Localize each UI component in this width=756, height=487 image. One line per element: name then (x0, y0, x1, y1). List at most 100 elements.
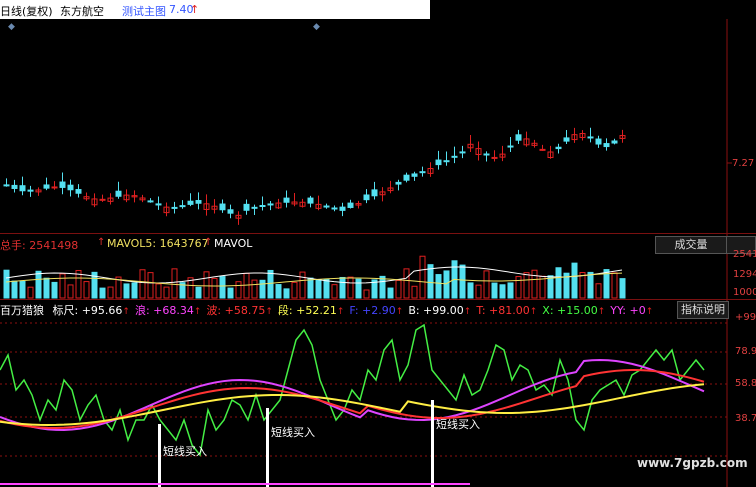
volume-bar (515, 276, 522, 299)
mavol5-label: MAVOL5: 1643767 (107, 237, 209, 250)
candle-body (75, 189, 82, 194)
candle-body (459, 151, 466, 154)
candle-body (347, 202, 354, 208)
volume-bar (211, 277, 218, 299)
indicator-lang-line (0, 358, 705, 431)
volume-bar (299, 271, 306, 299)
candle-body (11, 184, 18, 189)
volume-bar (67, 284, 74, 299)
indicator-value-item: 波: +58.75 (206, 304, 266, 317)
buy-signal-label: 短线买入 (436, 418, 480, 431)
up-arrow-icon: ↑ (645, 307, 654, 317)
volume-axis-label: 1000 (733, 287, 756, 298)
volume-bar (419, 255, 426, 299)
candle-body (187, 200, 194, 205)
volume-total-label: 总手: 2541498 (0, 239, 79, 252)
candle-body (155, 203, 162, 206)
volume-bar (555, 267, 562, 299)
volume-bar (43, 277, 50, 299)
volume-bar (235, 281, 242, 299)
volume-ma5-line (5, 266, 623, 284)
candle-body (587, 136, 594, 139)
candle-body (27, 189, 34, 192)
volume-bar (259, 279, 266, 299)
volume-bar (35, 270, 42, 299)
volume-bar (507, 282, 514, 299)
candle-body (195, 200, 202, 204)
volume-bar (459, 264, 466, 299)
indicator-value-item: 段: +52.21 (277, 304, 337, 317)
volume-bar (275, 284, 282, 299)
indicator-axis-label: 58.8 (735, 378, 756, 389)
candle-body (515, 134, 522, 141)
candle-body (339, 206, 346, 211)
volume-bar (475, 284, 482, 299)
candle-body (419, 171, 426, 174)
volume-bar (83, 281, 90, 299)
indicator-value-item: YY: +0 (610, 304, 646, 317)
candle-body (363, 194, 370, 201)
price-axis-label: 7.27 (732, 158, 755, 169)
volume-bar (99, 287, 106, 299)
indicator-value-item: 标尺: +95.66 (52, 304, 123, 317)
volume-bar (483, 270, 490, 299)
candle-body (99, 198, 106, 201)
candle-body (411, 173, 418, 177)
volume-bar (467, 282, 474, 299)
candle-body (435, 159, 442, 166)
indicator-axis-label: +99 (735, 312, 756, 323)
volume-bar (323, 278, 330, 299)
indicator-header: 百万猎狼 标尺: +95.66↑ 浪: +68.34↑ 波: +58.75↑ 段: +… (0, 302, 653, 318)
candle-body (371, 189, 378, 197)
up-arrow-icon: ↑ (529, 307, 538, 317)
volume-bar (347, 276, 354, 299)
candle-body (563, 137, 570, 142)
up-arrow-icon: ↑ (193, 307, 202, 317)
volume-bar (387, 287, 394, 299)
volume-bar (203, 271, 210, 299)
volume-bar (355, 278, 362, 299)
volume-bar (291, 281, 298, 299)
volume-bar (571, 262, 578, 299)
volume-axis-label: 2541 (733, 249, 756, 260)
candle-body (611, 140, 618, 144)
candle-body (443, 160, 450, 163)
volume-bar (411, 285, 418, 299)
volume-bar (611, 272, 618, 299)
volume-bar (243, 272, 250, 299)
volume-bar (139, 269, 146, 299)
volume-bar (331, 284, 338, 299)
volume-bar (131, 282, 138, 299)
candle-body (115, 190, 122, 197)
buy-signal-bar (158, 424, 161, 487)
panel-divider (0, 299, 756, 300)
volume-dropdown[interactable]: 成交量 (655, 236, 727, 254)
buy-signal-label: 短线买入 (271, 426, 315, 439)
indicator-help-button[interactable]: 指标说明 (677, 301, 729, 319)
volume-bar (219, 276, 226, 299)
candle-body (331, 207, 338, 210)
indicator-value-item: 浪: +68.34 (134, 304, 194, 317)
candle-body (67, 184, 74, 191)
buy-signal-bar (431, 400, 434, 487)
candle-body (507, 145, 514, 148)
volume-bar (195, 286, 202, 299)
volume-bar (363, 289, 370, 299)
candle-body (171, 206, 178, 209)
candle-body (251, 206, 258, 209)
volume-bar (123, 283, 130, 299)
watermark: www.7gpzb.com (637, 456, 748, 470)
volume-bar (435, 274, 442, 299)
panel-divider (0, 233, 756, 234)
volume-bar (283, 288, 290, 299)
candle-body (179, 205, 186, 208)
volume-dropdown-label: 成交量 (674, 238, 708, 251)
candle-body (595, 138, 602, 145)
indicator-bo-line (0, 369, 705, 429)
volume-bar (267, 269, 274, 299)
indicator-value-item: F: +2.90 (349, 304, 396, 317)
up-arrow-icon: ↑ (97, 237, 106, 248)
candle-body (555, 146, 562, 150)
up-arrow-icon: ↑ (597, 307, 606, 317)
volume-bar (171, 268, 178, 299)
